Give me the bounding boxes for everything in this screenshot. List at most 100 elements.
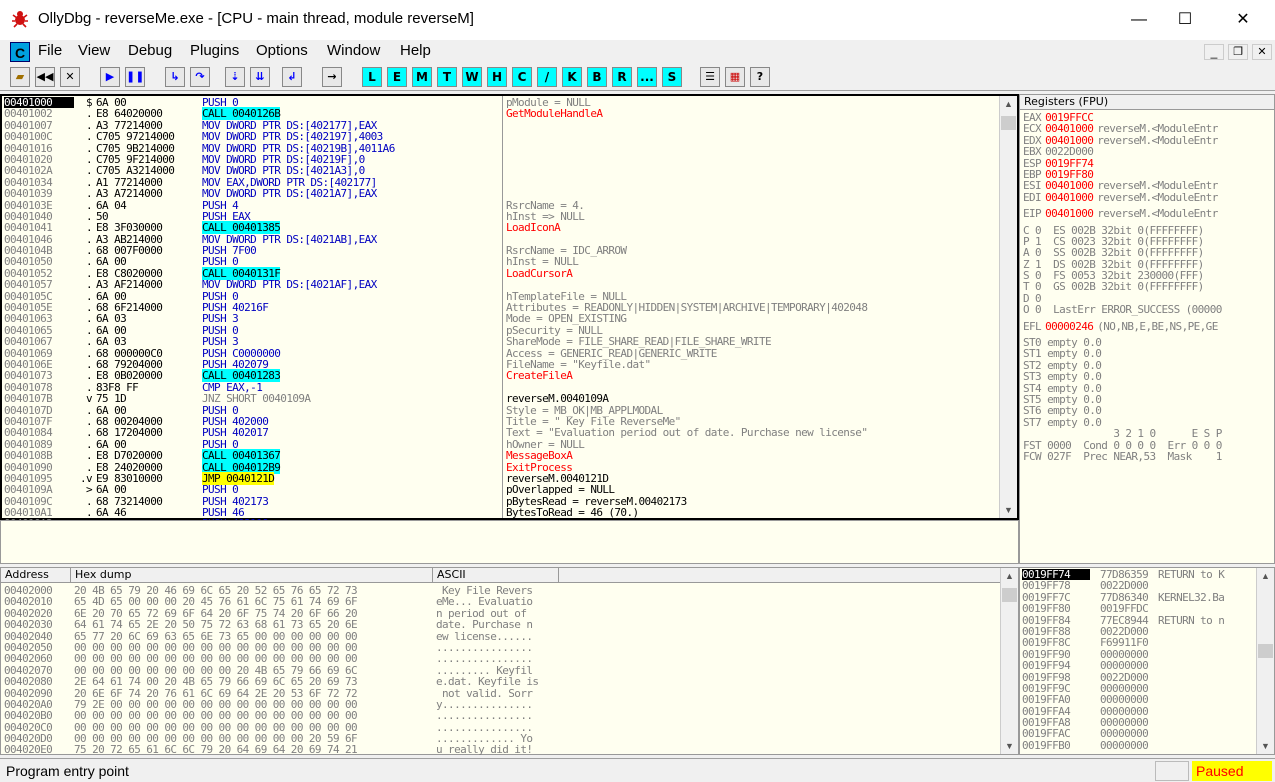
- mdi-close-button[interactable]: ✕: [1252, 44, 1272, 60]
- menu-options[interactable]: Options: [256, 42, 308, 59]
- scroll-down-icon[interactable]: ▼: [1000, 502, 1017, 518]
- dump-scrollbar[interactable]: ▲ ▼: [1000, 568, 1018, 754]
- disasm-row[interactable]: 00401084. 68 17204000 PUSH 402017: [4, 427, 502, 439]
- disasm-comment: hInst = NULL: [506, 255, 579, 269]
- stack-comment: RETURN to n: [1158, 613, 1225, 627]
- dump-row[interactable]: 004020E0 75 20 72 65 61 6C 6C 79 20 64 69…: [4, 744, 994, 756]
- register-comment: reverseM.<ModuleEntr: [1097, 207, 1218, 221]
- disasm-row[interactable]: 0040104B. 68 007F0000 PUSH 7F00: [4, 244, 502, 258]
- help-icon[interactable]: ?: [750, 67, 770, 87]
- scroll-down-icon[interactable]: ▼: [1001, 738, 1018, 754]
- disassembly-pane[interactable]: 00401000 $6A 00 PUSH 0 00401002. E8 64020000…: [0, 94, 1019, 530]
- stack-row[interactable]: 0019FFA0 00000000: [1022, 694, 1258, 706]
- disasm-comment: [506, 188, 998, 199]
- scroll-up-icon[interactable]: ▲: [1001, 568, 1018, 584]
- minimize-button[interactable]: —: [1116, 0, 1162, 40]
- disasm-hex: C705 97214000: [96, 130, 175, 144]
- dump-hex: 00 00 00 00 00 00 00 00 00 00 00 00 00 0…: [74, 709, 358, 723]
- dump-header-address[interactable]: Address: [1, 568, 71, 583]
- toolbar-button-m[interactable]: M: [412, 67, 432, 87]
- trace-into-icon[interactable]: ⇣: [225, 67, 245, 87]
- toolbar-button-e[interactable]: E: [387, 67, 407, 87]
- menu-view[interactable]: View: [78, 42, 110, 59]
- dump-header-ascii[interactable]: ASCII: [433, 568, 559, 583]
- toolbar-button-k[interactable]: K: [562, 67, 582, 87]
- stack-pane[interactable]: 0019FF74 77D86359 RETURN to K 0019FF78 0022D…: [1019, 567, 1275, 755]
- toolbar-button-l[interactable]: L: [362, 67, 382, 87]
- stack-row[interactable]: 0019FF94 00000000: [1022, 659, 1258, 673]
- toolbar-button-t[interactable]: T: [437, 67, 457, 87]
- disasm-marker: .: [85, 244, 93, 258]
- menu-plugins[interactable]: Plugins: [190, 42, 239, 59]
- close-program-icon[interactable]: ✕: [60, 67, 80, 87]
- maximize-button[interactable]: ☐: [1162, 0, 1208, 40]
- step-into-icon[interactable]: ↳: [165, 67, 185, 87]
- disasm-comment: [506, 131, 998, 142]
- stack-address: 0019FF94: [1022, 659, 1071, 673]
- toolbar-button-w[interactable]: W: [462, 67, 482, 87]
- disassembly-scrollbar[interactable]: ▲ ▼: [999, 96, 1017, 518]
- flag-row[interactable]: O 0 LastErr ERROR_SUCCESS (00000: [1023, 304, 1273, 316]
- register-name: EDI: [1023, 190, 1042, 204]
- execute-till-return-icon[interactable]: ↲: [282, 67, 302, 87]
- toolbar-button-r[interactable]: R: [612, 67, 632, 87]
- flag-row[interactable]: A 0 SS 002B 32bit 0(FFFFFFFF): [1023, 247, 1273, 259]
- toolbar-button-dots[interactable]: ...: [637, 67, 657, 87]
- close-button[interactable]: ✕: [1220, 0, 1266, 40]
- scroll-up-icon[interactable]: ▲: [1000, 96, 1017, 112]
- list-icon[interactable]: ☰: [700, 67, 720, 87]
- disasm-comment: [506, 165, 998, 176]
- scroll-down-icon[interactable]: ▼: [1257, 738, 1274, 754]
- go-to-icon[interactable]: →: [322, 67, 342, 87]
- disasm-row[interactable]: 0040103E. 6A 04 PUSH 4: [4, 199, 502, 211]
- colors-icon[interactable]: ▦: [725, 67, 745, 87]
- disasm-comment: MessageBoxA: [506, 449, 573, 463]
- disasm-row[interactable]: 0040105E. 68 6F214000 PUSH 40216F: [4, 302, 502, 314]
- flag-row[interactable]: T 0 GS 002B 32bit 0(FFFFFFFF): [1023, 281, 1273, 293]
- menu-file[interactable]: File: [38, 42, 62, 59]
- trace-over-icon[interactable]: ⇊: [250, 67, 270, 87]
- toolbar-button-s[interactable]: S: [662, 67, 682, 87]
- register-value: 00000246: [1045, 319, 1094, 333]
- disasm-comment: hOwner = NULL: [506, 437, 585, 451]
- disasm-row[interactable]: 00401057. A3 AF214000 MOV DWORD PTR DS:[40…: [4, 279, 502, 291]
- register-edi[interactable]: EDI 00401000 reverseM.<ModuleEntr: [1023, 192, 1273, 203]
- disasm-row[interactable]: 00401039. A3 A7214000 MOV DWORD PTR DS:[40…: [4, 188, 502, 200]
- mdi-restore-button[interactable]: ❐: [1228, 44, 1248, 60]
- disasm-marker: .: [85, 141, 93, 155]
- disasm-address: 00401041: [4, 221, 53, 235]
- disasm-marker: .v: [79, 471, 93, 485]
- step-over-icon[interactable]: ↷: [190, 67, 210, 87]
- disasm-row[interactable]: 00401063. 6A 03 PUSH 3: [4, 313, 502, 325]
- disasm-row[interactable]: 00401095 .v E9 83010000 JMP 0040121D: [4, 471, 502, 485]
- registers-pane[interactable]: Registers (FPU) EAX 0019FFCC ECX 00401000 re…: [1019, 94, 1275, 564]
- pause-icon[interactable]: ❚❚: [125, 67, 145, 87]
- menu-window[interactable]: Window: [327, 42, 380, 59]
- register-efl[interactable]: EFL 00000246 (NO,NB,E,BE,NS,PE,GE: [1023, 319, 1273, 333]
- register-eip[interactable]: EIP 00401000 reverseM.<ModuleEntr: [1023, 208, 1273, 219]
- toolbar-button-h[interactable]: H: [487, 67, 507, 87]
- hex-dump-pane[interactable]: Address Hex dump ASCII 00402000 20 4B 65 …: [0, 567, 1019, 756]
- toolbar-button-b[interactable]: B: [587, 67, 607, 87]
- stack-row[interactable]: 0019FFB0 00000000: [1022, 739, 1258, 751]
- cpu-window-icon[interactable]: C: [10, 42, 30, 62]
- menu-debug[interactable]: Debug: [128, 42, 172, 59]
- toolbar-button-slash[interactable]: /: [537, 67, 557, 87]
- open-icon[interactable]: ▰: [10, 67, 30, 87]
- scroll-up-icon[interactable]: ▲: [1257, 568, 1274, 584]
- disasm-row[interactable]: 0040108B. E8 D7020000 CALL 00401367: [4, 449, 502, 463]
- disasm-comment: RsrcName = IDC_ARROW: [506, 244, 627, 258]
- dump-header-hex[interactable]: Hex dump: [71, 568, 433, 583]
- register-ebx[interactable]: EBX 0022D000: [1023, 146, 1273, 157]
- disasm-row[interactable]: 00401065. 6A 00 PUSH 0: [4, 324, 502, 336]
- mdi-minimize-button[interactable]: _: [1204, 44, 1224, 60]
- fpu-status-row: FCW 027F Prec NEAR,53 Mask 1: [1023, 449, 1222, 463]
- disasm-row[interactable]: 0040109C. 68 73214000 PUSH 402173: [4, 495, 502, 507]
- fpu-st-row[interactable]: ST3 empty 0.0: [1023, 371, 1273, 383]
- restart-icon[interactable]: ◀◀: [35, 67, 55, 87]
- toolbar-button-c[interactable]: C: [512, 67, 532, 87]
- stack-scrollbar[interactable]: ▲ ▼: [1256, 568, 1274, 754]
- menu-help[interactable]: Help: [400, 42, 431, 59]
- run-icon[interactable]: ▶: [100, 67, 120, 87]
- disasm-row[interactable]: 0040107B v 75 1D JNZ SHORT 0040109A: [4, 393, 502, 405]
